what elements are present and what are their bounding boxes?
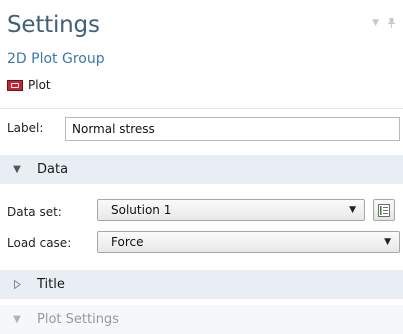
panel-window-controls: ▼ — [372, 18, 395, 31]
plot-button-label: Plot — [28, 78, 51, 92]
pin-icon[interactable] — [388, 18, 395, 31]
section-data-label: Data — [37, 162, 69, 177]
divider — [0, 108, 403, 109]
chevron-down-icon: ▼ — [384, 237, 391, 247]
panel-title: Settings — [7, 12, 100, 38]
label-input[interactable] — [65, 117, 400, 141]
section-plot-settings-label: Plot Settings — [37, 312, 119, 327]
collapse-arrow-icon: ▼ — [13, 164, 21, 175]
data-set-select[interactable]: Solution 1 ▼ — [97, 199, 365, 221]
go-to-source-icon — [378, 203, 390, 217]
load-case-value: Force — [111, 235, 144, 249]
section-plot-settings-header[interactable]: ▼ Plot Settings — [0, 305, 403, 334]
plot-icon — [7, 79, 23, 91]
section-title-label: Title — [37, 277, 65, 292]
data-set-label: Data set: — [7, 205, 62, 219]
chevron-down-icon[interactable]: ▼ — [372, 18, 379, 31]
settings-panel: Settings ▼ 2D Plot Group Plot Label: ▼ D… — [0, 0, 403, 334]
load-case-label: Load case: — [7, 236, 72, 250]
section-data-header[interactable]: ▼ Data — [0, 155, 403, 184]
plot-group-subtitle: 2D Plot Group — [7, 51, 105, 67]
load-case-select[interactable]: Force ▼ — [97, 231, 400, 253]
chevron-down-icon: ▼ — [349, 205, 356, 215]
expand-arrow-icon — [12, 280, 22, 289]
collapse-arrow-icon: ▼ — [13, 314, 21, 325]
section-title-header[interactable]: Title — [0, 270, 403, 299]
label-field-label: Label: — [7, 121, 44, 135]
go-to-source-button[interactable] — [373, 199, 395, 221]
data-set-value: Solution 1 — [111, 203, 172, 217]
plot-button[interactable]: Plot — [7, 78, 51, 92]
